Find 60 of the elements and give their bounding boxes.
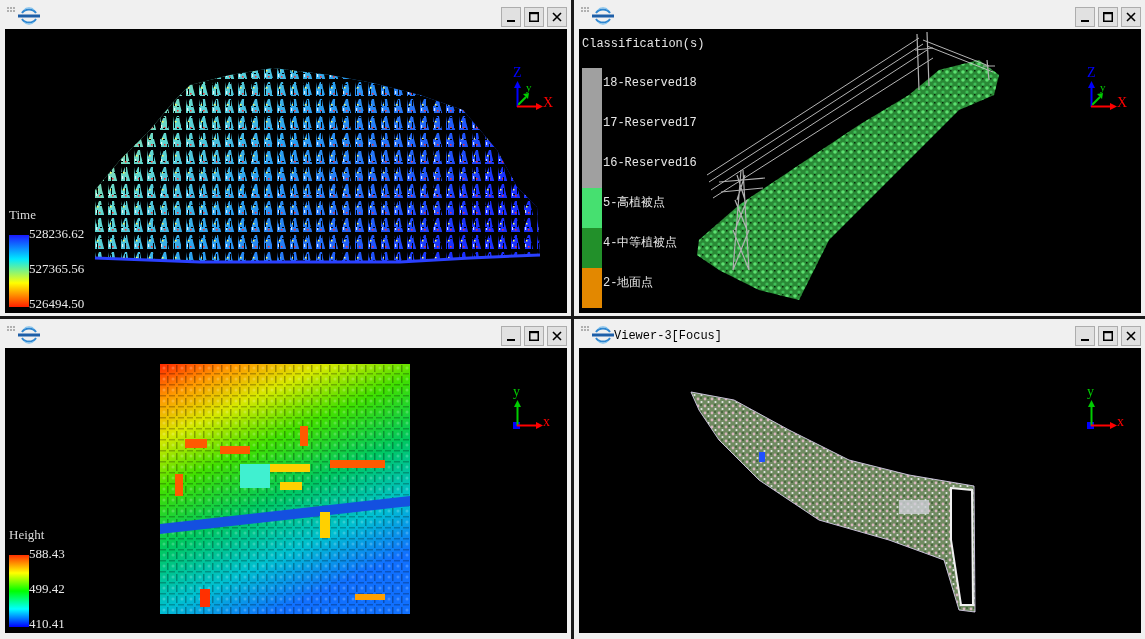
close-icon — [552, 12, 562, 22]
logo-icon — [18, 325, 40, 345]
minimize-icon — [1081, 20, 1089, 22]
minimize-icon — [507, 339, 515, 341]
window-title: Viewer-3[Focus] — [614, 329, 723, 343]
axis-label: y — [526, 82, 532, 93]
maximize-icon — [1103, 331, 1113, 341]
maximize-button[interactable] — [524, 326, 544, 346]
maximize-icon — [1103, 12, 1113, 22]
minimize-button[interactable] — [1075, 7, 1095, 27]
minimize-button[interactable] — [1075, 326, 1095, 346]
close-button[interactable] — [547, 326, 567, 346]
axis-label: y — [513, 385, 520, 399]
color-scale-bar — [9, 555, 29, 627]
minimize-icon — [507, 20, 515, 22]
maximize-button[interactable] — [524, 7, 544, 27]
close-icon — [1126, 331, 1136, 341]
scale-value: 499.42 — [29, 581, 65, 596]
class-label: 16-Reserved16 — [603, 156, 697, 170]
class-label: 4-中等植被点 — [603, 236, 678, 250]
logo-icon — [18, 6, 40, 26]
scale-value: 528236.62 — [29, 226, 85, 241]
grip-icon — [581, 326, 589, 331]
axis-label: Z — [513, 66, 522, 80]
axis-label: X — [1117, 96, 1128, 110]
maximize-icon — [529, 12, 539, 22]
legend-title: Time — [9, 207, 36, 222]
close-button[interactable] — [1121, 7, 1141, 27]
grip-icon — [581, 7, 589, 12]
axis-label: Z — [1087, 66, 1096, 80]
legend-title: Classification(s) — [582, 37, 705, 51]
legend-title: Height — [9, 527, 45, 542]
close-icon — [1126, 12, 1136, 22]
scale-value: 527365.56 — [29, 261, 85, 276]
minimize-button[interactable] — [501, 326, 521, 346]
axis-label: X — [543, 96, 554, 110]
axis-label: x — [1117, 415, 1124, 429]
scale-value: 588.43 — [29, 546, 65, 561]
scale-value: 526494.50 — [29, 296, 85, 311]
class-label: 5-高植被点 — [603, 196, 666, 210]
scale-value: 410.41 — [29, 616, 65, 631]
class-label: 2-地面点 — [603, 276, 654, 290]
grip-icon — [7, 326, 15, 331]
maximize-button[interactable] — [1098, 326, 1118, 346]
logo-icon — [592, 6, 614, 26]
axis-label: y — [1087, 385, 1094, 399]
maximize-icon — [529, 331, 539, 341]
logo-icon — [592, 325, 614, 345]
axis-label: x — [543, 415, 550, 429]
class-label: 18-Reserved18 — [603, 76, 697, 90]
class-label: 17-Reserved17 — [603, 116, 697, 130]
grip-icon — [7, 7, 15, 12]
maximize-button[interactable] — [1098, 7, 1118, 27]
axis-label: y — [1100, 82, 1106, 93]
minimize-icon — [1081, 339, 1089, 341]
minimize-button[interactable] — [501, 7, 521, 27]
close-button[interactable] — [547, 7, 567, 27]
close-icon — [552, 331, 562, 341]
close-button[interactable] — [1121, 326, 1141, 346]
color-scale-bar — [9, 235, 29, 307]
